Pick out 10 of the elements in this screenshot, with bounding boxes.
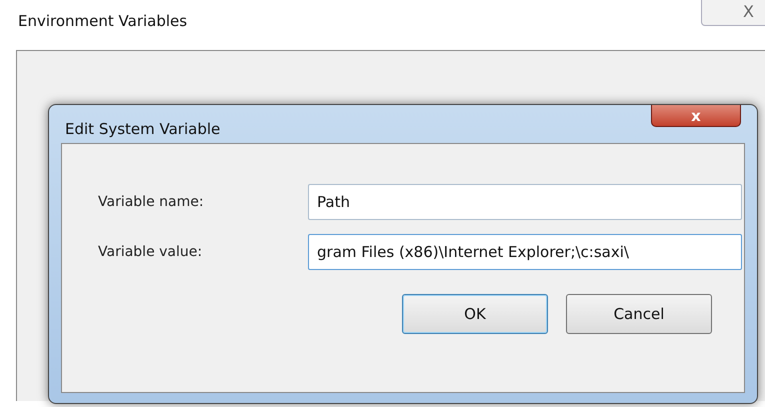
input-field[interactable]: gram Files (x86)\Internet Explorer;\c:saxi\ [308,234,742,270]
window-title: Environment Variables [18,12,188,30]
dialog-button[interactable]: Cancel [566,294,712,334]
field-label: Variable name: [98,194,205,210]
close-button[interactable]: x [651,105,741,127]
dialog-title: Edit System Variable [65,120,220,138]
input-field[interactable]: Path [308,184,742,220]
field-label: Variable value: [98,244,204,260]
dialog-button[interactable]: OK [402,294,548,334]
close-button[interactable]: X [701,0,765,26]
